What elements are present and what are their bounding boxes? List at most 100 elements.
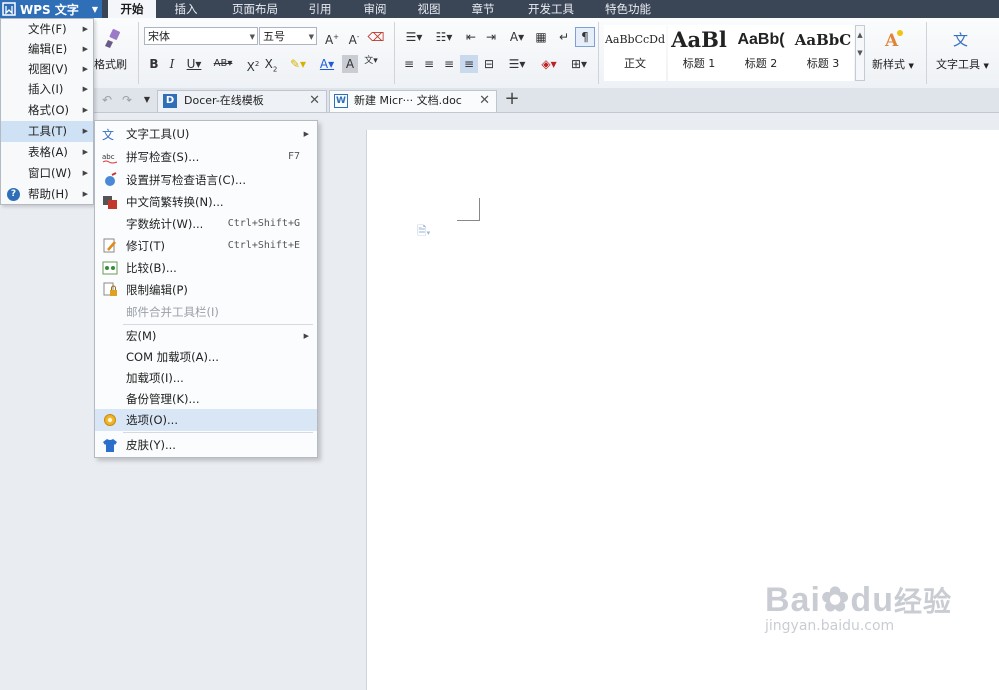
style-normal[interactable]: AaBbCcDd 正文 xyxy=(604,25,666,81)
underline-button[interactable]: U▾ xyxy=(182,55,206,73)
menu-item-tools[interactable]: 工具(T) ▶ xyxy=(1,121,93,142)
sort-button[interactable]: ↵ xyxy=(556,28,572,46)
quick-access-menu-button[interactable]: ▼ xyxy=(140,91,154,109)
tab-references[interactable]: 引用 xyxy=(300,0,340,18)
chinese-conversion-icon xyxy=(103,196,117,209)
close-icon[interactable]: ✕ xyxy=(479,91,490,111)
align-right-button[interactable]: ≡ xyxy=(440,55,458,73)
menu-item-label: 视图(V) xyxy=(28,62,68,76)
new-tab-button[interactable]: + xyxy=(502,90,522,108)
close-icon[interactable]: ✕ xyxy=(309,91,320,111)
tab-document[interactable]: W 新建 Micr··· 文档.doc ✕ xyxy=(329,90,497,112)
table-grid-button[interactable]: ▦ xyxy=(532,28,550,46)
borders-button[interactable]: ⊞▾ xyxy=(566,55,592,73)
menu-item-mail-merge-toolbar: 邮件合并工具栏(I) xyxy=(95,301,317,323)
menu-item-file[interactable]: 文件(F) ▶ xyxy=(1,19,93,40)
text-tools-button[interactable]: 文 文字工具 ▼ xyxy=(932,24,996,80)
justify-button[interactable]: ≡ xyxy=(460,55,478,73)
chevron-down-icon: ▼ xyxy=(91,4,98,14)
tab-section[interactable]: 章节 xyxy=(463,0,503,18)
font-name-select[interactable]: 宋体 ▼ xyxy=(144,27,258,45)
decrease-indent-button[interactable]: ⇤ xyxy=(462,28,480,46)
format-painter-label: 格式刷 xyxy=(94,58,127,71)
style-heading-3[interactable]: AaBbC 标题 3 xyxy=(792,25,854,81)
chevron-up-icon: ▲ xyxy=(857,31,863,39)
menu-item-edit[interactable]: 编辑(E) ▶ xyxy=(1,39,93,60)
shrink-font-button[interactable]: A- xyxy=(344,28,364,47)
tab-insert[interactable]: 插入 xyxy=(163,0,209,18)
font-size-select[interactable]: 五号 ▼ xyxy=(259,27,317,45)
menu-item-format[interactable]: 格式(O) ▶ xyxy=(1,100,93,121)
bold-button[interactable]: B xyxy=(146,55,162,73)
tab-special-features[interactable]: 特色功能 xyxy=(597,0,659,18)
redo-button[interactable]: ↷ xyxy=(118,91,136,109)
increase-indent-button[interactable]: ⇥ xyxy=(482,28,500,46)
numbering-button[interactable]: ☷▾ xyxy=(430,28,458,46)
format-painter-button[interactable]: 格式刷 xyxy=(92,24,132,80)
watermark-brand: Bai xyxy=(765,581,821,619)
clear-format-button[interactable]: ⌫ xyxy=(366,28,386,46)
menu-item-spell-check[interactable]: abc 拼写检查(S)... F7 xyxy=(95,146,317,168)
menu-item-table[interactable]: 表格(A) ▶ xyxy=(1,142,93,163)
shading-button[interactable]: ◈▾ xyxy=(536,55,562,73)
style-heading-2[interactable]: AaBb( 标题 2 xyxy=(730,25,792,81)
subscript-button[interactable]: X2 xyxy=(262,55,280,73)
undo-icon: ↶ xyxy=(101,93,113,107)
wps-app-menu-button[interactable]: WPS 文字 ▼ xyxy=(0,0,102,18)
align-left-button[interactable]: ≡ xyxy=(400,55,418,73)
style-gallery-scroll[interactable]: ▲ ▼ xyxy=(855,25,865,81)
menu-item-com-addins[interactable]: COM 加载项(A)... xyxy=(95,346,317,368)
menu-item-label: 文件(F) xyxy=(28,22,67,36)
menu-item-backup-management[interactable]: 备份管理(K)... xyxy=(95,388,317,410)
grid-icon: ▦ xyxy=(535,30,547,44)
align-center-button[interactable]: ≡ xyxy=(420,55,438,73)
distribute-button[interactable]: ⊟ xyxy=(480,55,498,73)
menu-item-macro[interactable]: 宏(M) ▶ xyxy=(95,325,317,347)
tab-docer-templates[interactable]: D Docer-在线模板 ✕ xyxy=(157,90,327,112)
track-changes-icon xyxy=(103,238,116,253)
menu-item-spell-language[interactable]: 设置拼写检查语言(C)... xyxy=(95,169,317,191)
grow-font-button[interactable]: A+ xyxy=(322,28,342,47)
undo-button[interactable]: ↶ xyxy=(98,91,116,109)
paw-icon: ✿ xyxy=(820,581,851,619)
paste-options-icon[interactable]: 🗎▾ xyxy=(417,222,430,243)
docer-icon: D xyxy=(163,94,177,108)
menu-item-text-tools[interactable]: 文 文字工具(U) ▶ xyxy=(95,123,317,145)
menu-item-restrict-editing[interactable]: 限制编辑(P) xyxy=(95,279,317,301)
highlight-button[interactable]: ✎▾ xyxy=(284,55,312,73)
tab-page-layout[interactable]: 页面布局 xyxy=(223,0,287,18)
ribbon-toolbar: 格式刷 宋体 ▼ 五号 ▼ A+ A- ⌫ B I U▾ AB▾ X2 X2 ✎▾ … xyxy=(0,18,999,89)
bullets-button[interactable]: ☰▾ xyxy=(400,28,428,46)
char-shading-button[interactable]: A xyxy=(342,55,358,73)
menu-item-options[interactable]: 选项(O)... xyxy=(95,409,317,431)
menu-item-window[interactable]: 窗口(W) ▶ xyxy=(1,163,93,184)
superscript-button[interactable]: X2 xyxy=(244,55,262,74)
new-style-button[interactable]: A 新样式 ▼ xyxy=(868,24,920,80)
tab-home[interactable]: 开始 xyxy=(108,0,156,18)
menu-item-view[interactable]: 视图(V) ▶ xyxy=(1,59,93,80)
menu-item-label: 设置拼写检查语言(C)... xyxy=(126,173,246,187)
text-direction-button[interactable]: A▾ xyxy=(504,28,530,46)
strikethrough-button[interactable]: AB▾ xyxy=(208,55,238,73)
tab-view[interactable]: 视图 xyxy=(409,0,449,18)
chevron-down-icon: ▼ xyxy=(249,33,255,41)
menu-item-help[interactable]: ? 帮助(H) ▶ xyxy=(1,184,93,205)
phonetic-guide-button[interactable]: 文▾ xyxy=(360,52,382,70)
svg-text:文: 文 xyxy=(953,31,968,49)
menu-item-word-count[interactable]: 字数统计(W)... Ctrl+Shift+G xyxy=(95,213,317,235)
menu-item-track-changes[interactable]: 修订(T) Ctrl+Shift+E xyxy=(95,235,317,257)
menu-item-addins[interactable]: 加载项(I)... xyxy=(95,367,317,389)
italic-button[interactable]: I xyxy=(164,55,180,73)
show-marks-button[interactable]: ¶ xyxy=(575,27,595,47)
line-spacing-button[interactable]: ☰▾ xyxy=(504,55,530,73)
style-heading-1[interactable]: AaBl 标题 1 xyxy=(668,25,730,81)
menu-item-label: 加载项(I)... xyxy=(126,371,184,385)
menu-item-skin[interactable]: 皮肤(Y)... xyxy=(95,434,317,456)
font-color-button[interactable]: A▾ xyxy=(314,55,340,73)
menu-item-label: 选项(O)... xyxy=(126,413,178,427)
tab-review[interactable]: 审阅 xyxy=(355,0,395,18)
menu-item-compare[interactable]: 比较(B)... xyxy=(95,257,317,279)
menu-item-chinese-conversion[interactable]: 中文简繁转换(N)... xyxy=(95,191,317,213)
menu-item-insert[interactable]: 插入(I) ▶ xyxy=(1,79,93,100)
tab-developer[interactable]: 开发工具 xyxy=(520,0,582,18)
